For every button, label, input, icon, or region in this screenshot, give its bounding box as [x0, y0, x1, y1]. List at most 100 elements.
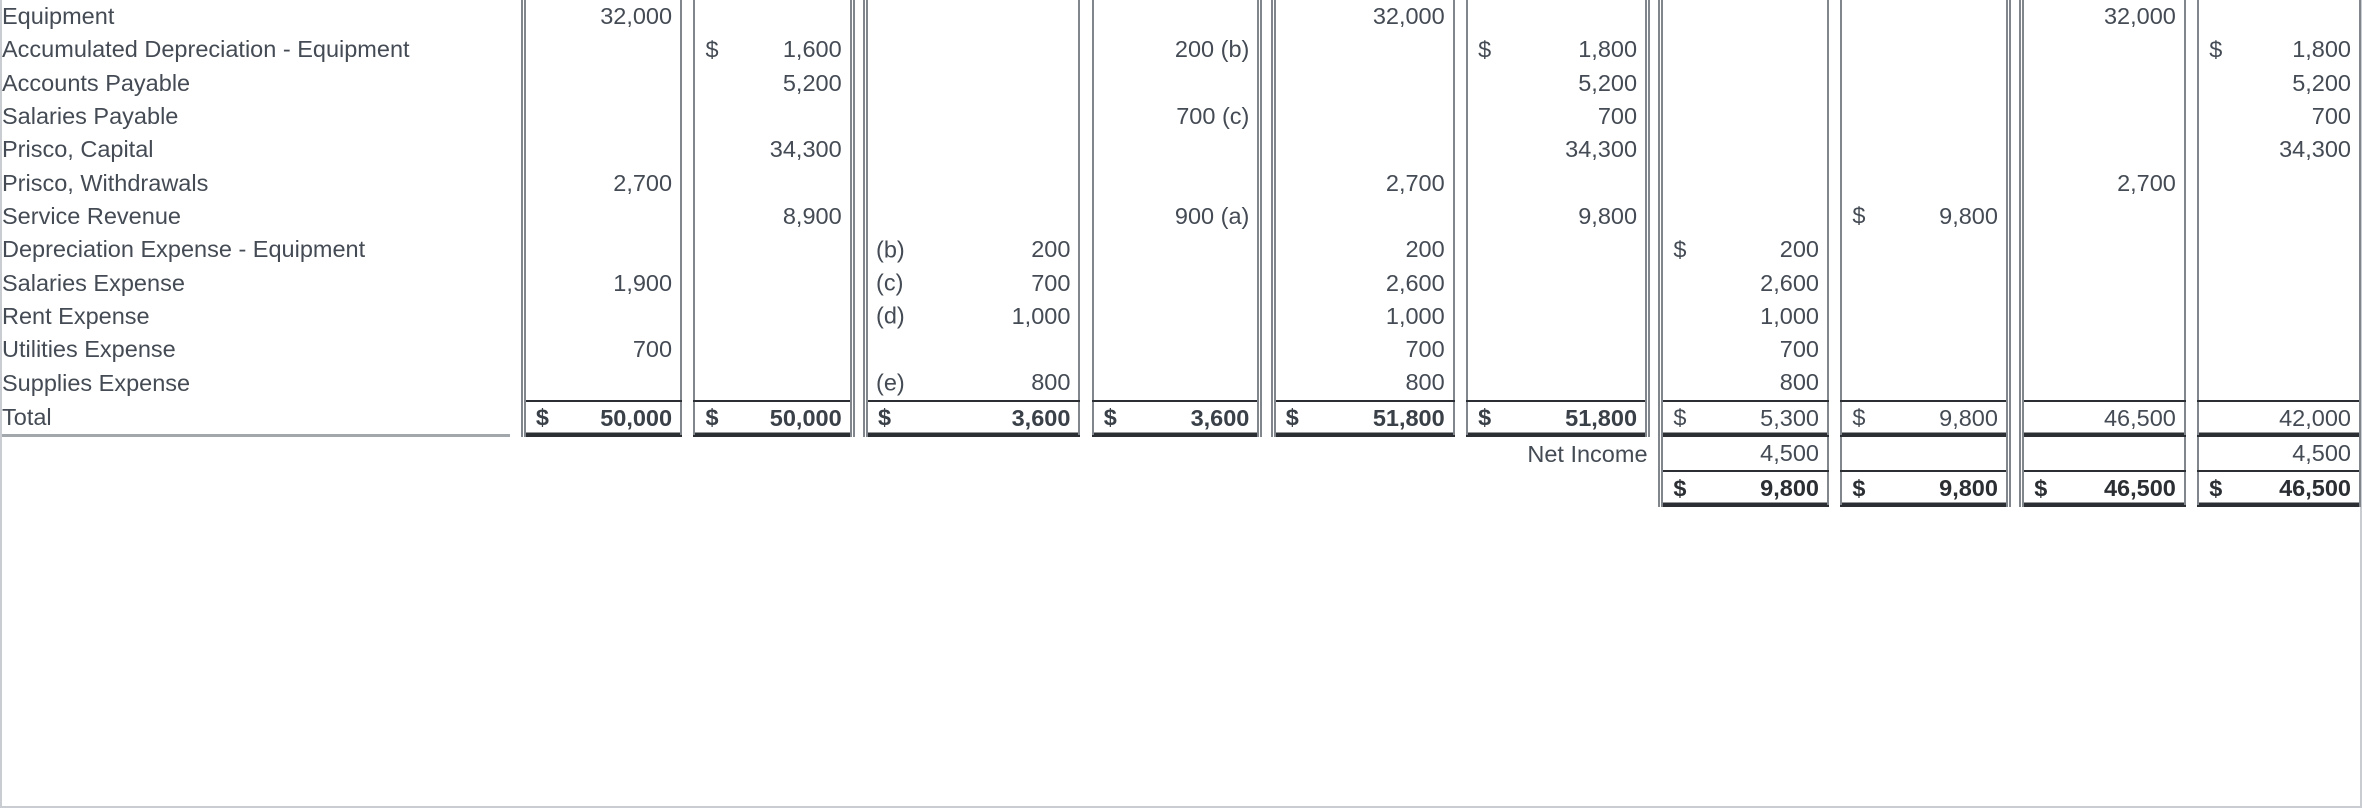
cell-atb-cr: 700 — [1466, 99, 1651, 134]
cell-amount: 5,200 — [2292, 69, 2351, 96]
table-row: Prisco, Capital 34,300 34,300 34,300 — [2, 133, 2362, 167]
cell-atb-dr — [1270, 33, 1455, 67]
table-row: Depreciation Expense - Equipment (b) 200 20… — [2, 233, 2362, 267]
currency-symbol: $ — [2209, 475, 2223, 502]
cell-amount: 42,000 — [2279, 404, 2351, 431]
cell-atb-cr — [1466, 366, 1651, 402]
cell-adj-cr — [1091, 299, 1263, 333]
cell-amount: 4,500 — [2292, 440, 2351, 466]
column-gap — [2185, 233, 2198, 266]
cell-adj-cr — [1091, 133, 1263, 167]
column-gap — [1648, 266, 1661, 299]
column-gap — [1260, 366, 1273, 400]
cell-amount: 9,800 — [1939, 202, 1998, 229]
column-gap — [1260, 333, 1273, 366]
cell-is-dr: 800 — [1658, 366, 1829, 402]
column-gap — [510, 67, 523, 100]
cell-atb-cr: 5,200 — [1466, 66, 1651, 100]
worksheet-frame: Equipment 32,000 32,000 32,000 Accumulated D… — [0, 0, 2362, 808]
cell-bs-cr: 42,000 — [2197, 400, 2362, 437]
column-gap — [681, 233, 694, 266]
column-gap — [852, 133, 865, 166]
adjustment-ref-label: (c) — [876, 269, 904, 296]
accounting-worksheet-table: Equipment 32,000 32,000 32,000 Accumulated D… — [2, 0, 2362, 508]
column-gap — [1260, 100, 1273, 133]
cell-bs-cr — [2197, 266, 2362, 300]
cell-bs-cr: 5,200 — [2197, 66, 2362, 100]
cell-bs-dr — [2019, 366, 2186, 402]
cell-amount: 800 — [1779, 369, 1819, 396]
cell-is-dr: $5,300 — [1658, 400, 1829, 437]
column-gap — [681, 0, 694, 33]
column-gap — [1079, 166, 1092, 199]
cell-is-dr: $200 — [1658, 233, 1829, 267]
cell-amount: 32,000 — [1372, 3, 1445, 30]
cell-bs-dr — [2019, 435, 2186, 473]
column-gap — [2008, 436, 2021, 471]
cell-is-cr — [1840, 66, 2011, 100]
cell-is-cr — [1840, 233, 2011, 267]
cell-tb-dr: $50,000 — [520, 400, 683, 437]
cell-adj-dr: (b) 200 — [863, 233, 1081, 267]
currency-symbol: $ — [1103, 404, 1117, 431]
column-gap — [1828, 233, 1841, 266]
column-gap — [2185, 166, 2198, 199]
cell-tb-cr: $50,000 — [693, 400, 855, 437]
currency-symbol: $ — [2209, 36, 2223, 63]
cell-is-cr — [1840, 332, 2011, 367]
cell-is-dr — [1658, 199, 1829, 234]
cell-adj-cr: $3,600 — [1091, 400, 1263, 437]
total-row: Total $50,000 $50,000 $3,600 $3,600 $51,800 $5… — [2, 400, 2362, 438]
cell-atb-dr: 2,700 — [1270, 166, 1455, 200]
cell-adj-dr — [863, 166, 1081, 200]
currency-symbol: $ — [878, 404, 892, 431]
column-gap — [1648, 333, 1661, 366]
column-gap — [1079, 0, 1092, 33]
cell-amount: 32,000 — [2103, 3, 2176, 30]
column-gap — [510, 333, 523, 366]
cell-bs-dr — [2019, 299, 2186, 333]
column-gap — [510, 0, 523, 33]
cell-tb-dr — [520, 99, 683, 134]
cell-amount: 46,500 — [2103, 475, 2176, 502]
column-gap — [1828, 333, 1841, 366]
column-gap — [1079, 300, 1092, 333]
cell-is-dr — [1658, 99, 1829, 134]
column-gap — [852, 401, 865, 436]
adjustment-ref-label: (b) — [876, 236, 905, 263]
cell-amount: 3,600 — [1011, 404, 1071, 431]
cell-atb-cr — [1466, 0, 1651, 34]
column-gap — [852, 333, 865, 366]
cell-is-dr: 1,000 — [1658, 299, 1829, 333]
cell-amount: 3,600 — [1190, 404, 1250, 431]
cell-atb-cr — [1466, 266, 1651, 300]
cell-adj-dr — [863, 133, 1081, 167]
column-gap — [1828, 266, 1841, 299]
column-gap — [1454, 133, 1467, 166]
cell-amount: 2,700 — [1385, 169, 1445, 196]
currency-symbol: $ — [1478, 404, 1492, 431]
column-gap — [2008, 471, 2021, 506]
column-gap — [852, 233, 865, 266]
cell-bs-dr: 46,500 — [2019, 400, 2186, 437]
column-gap — [1828, 300, 1841, 333]
cell-adj-dr: (e) 800 — [863, 366, 1081, 402]
net-income-label: Net Income — [1527, 440, 1648, 467]
column-gap — [2185, 333, 2198, 366]
cell-bs-cr: 4,500 — [2197, 435, 2362, 473]
cell-adj-dr: $3,600 — [863, 400, 1081, 437]
currency-symbol: $ — [705, 404, 719, 431]
cell-is-dr — [1658, 66, 1829, 100]
column-gap — [2008, 0, 2021, 33]
cell-amount: 1,600 — [782, 36, 842, 63]
column-gap — [1260, 0, 1273, 33]
cell-atb-dr: 32,000 — [1270, 0, 1455, 34]
account-name: Prisco, Withdrawals — [2, 169, 209, 196]
column-gap — [1454, 67, 1467, 100]
cell-amount: 800 — [1031, 369, 1071, 396]
column-gap — [1648, 200, 1661, 233]
column-gap — [681, 133, 694, 166]
currency-symbol: $ — [1852, 404, 1866, 431]
cell-amount: 700 (c) — [1176, 103, 1250, 130]
column-gap — [1260, 401, 1273, 436]
